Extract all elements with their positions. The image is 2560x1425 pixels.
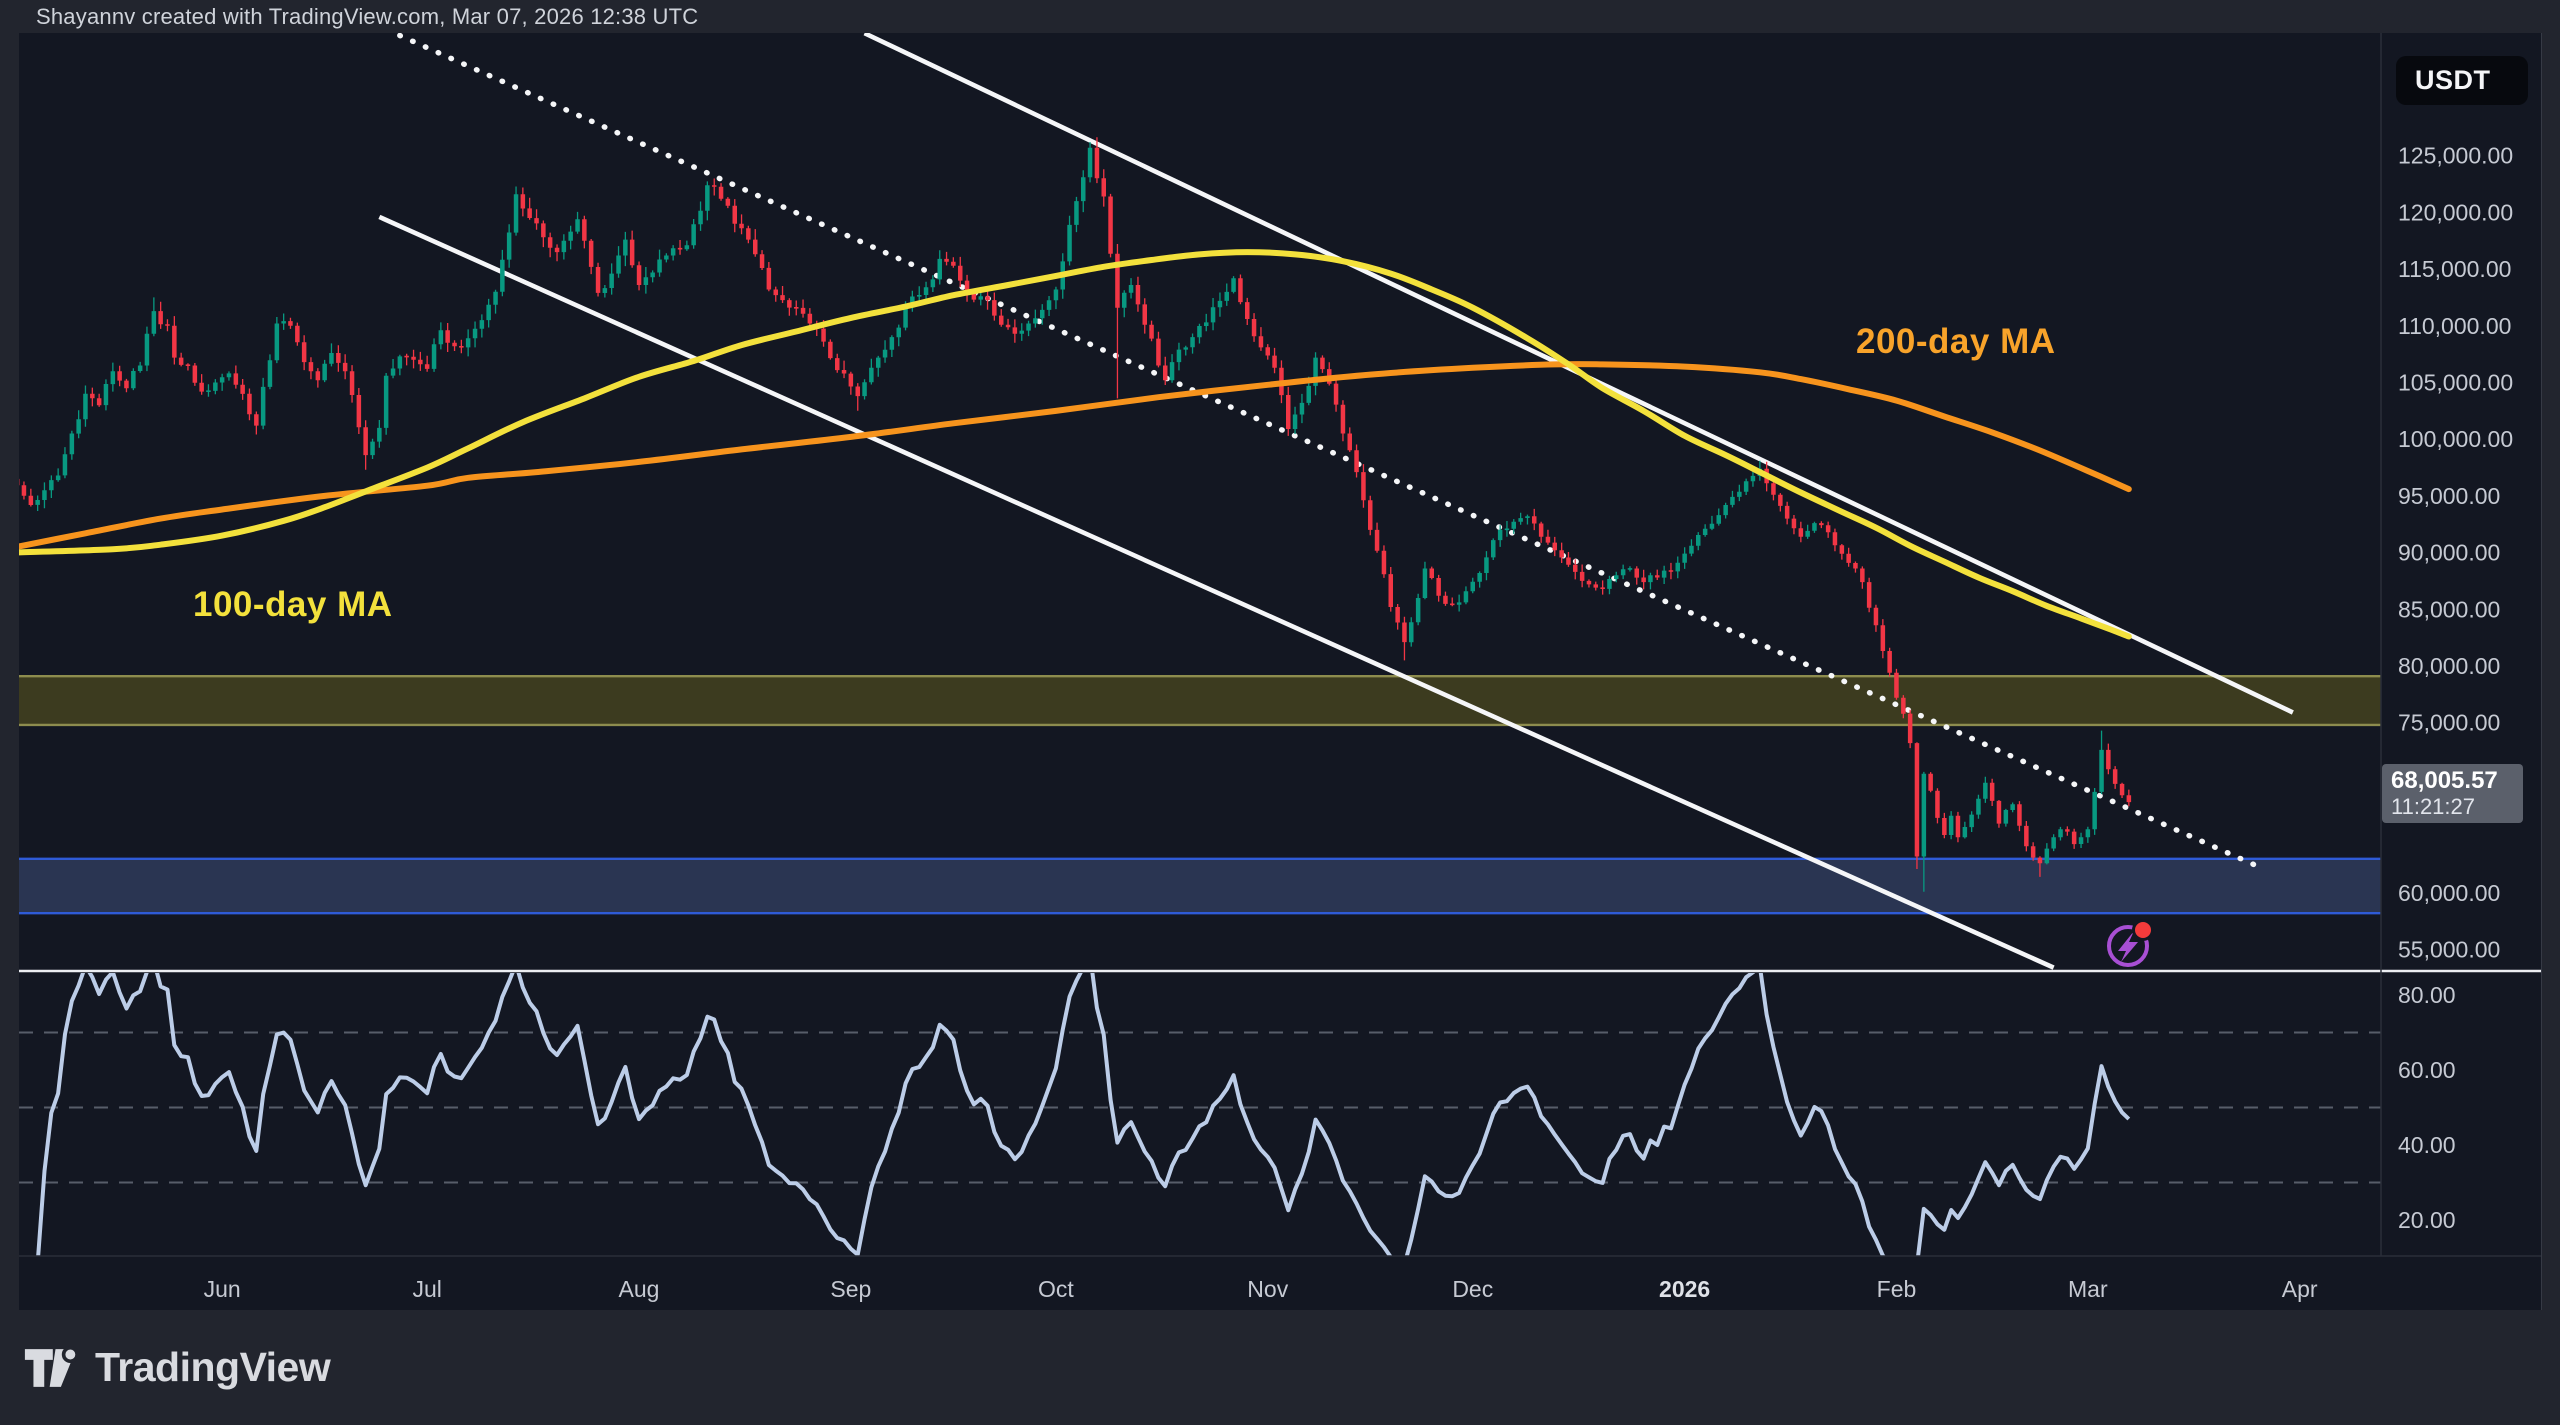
tradingview-logo-text: TradingView: [95, 1344, 330, 1391]
svg-text:75,000.00: 75,000.00: [2398, 710, 2500, 736]
svg-text:60,000.00: 60,000.00: [2398, 880, 2500, 906]
svg-text:120,000.00: 120,000.00: [2398, 199, 2513, 225]
svg-text:90,000.00: 90,000.00: [2398, 540, 2500, 566]
currency-badge: USDT: [2396, 56, 2528, 105]
svg-text:Apr: Apr: [2282, 1276, 2318, 1302]
bar-countdown: 11:21:27: [2391, 794, 2523, 819]
svg-text:95,000.00: 95,000.00: [2398, 483, 2500, 509]
svg-text:105,000.00: 105,000.00: [2398, 370, 2513, 396]
svg-text:Jun: Jun: [204, 1276, 241, 1302]
svg-text:20.00: 20.00: [2398, 1207, 2456, 1233]
svg-text:115,000.00: 115,000.00: [2398, 256, 2511, 282]
svg-text:Dec: Dec: [1452, 1276, 1493, 1302]
last-price-value: 68,005.57: [2391, 768, 2523, 794]
tradingview-logo-icon: [24, 1345, 78, 1391]
svg-text:2026: 2026: [1659, 1276, 1710, 1302]
svg-text:Mar: Mar: [2068, 1276, 2108, 1302]
svg-text:Sep: Sep: [830, 1276, 871, 1302]
svg-text:110,000.00: 110,000.00: [2398, 313, 2511, 339]
svg-text:Aug: Aug: [619, 1276, 660, 1302]
support-zone: [19, 859, 2381, 913]
tradingview-logo[interactable]: TradingView: [24, 1344, 330, 1391]
svg-text:125,000.00: 125,000.00: [2398, 143, 2513, 169]
svg-text:Oct: Oct: [1038, 1276, 1074, 1302]
svg-text:Jul: Jul: [412, 1276, 441, 1302]
svg-text:55,000.00: 55,000.00: [2398, 937, 2500, 963]
svg-text:Feb: Feb: [1877, 1276, 1917, 1302]
last-price-label: 68,005.57 11:21:27: [2382, 764, 2523, 823]
svg-text:60.00: 60.00: [2398, 1057, 2456, 1083]
svg-text:Nov: Nov: [1247, 1276, 1288, 1302]
svg-text:80.00: 80.00: [2398, 982, 2456, 1008]
chart-area[interactable]: 125,000.00 120,000.00 115,000.00 110,000.00…: [19, 33, 2542, 1310]
svg-text:80,000.00: 80,000.00: [2398, 653, 2500, 679]
price-chart-canvas[interactable]: 125,000.00 120,000.00 115,000.00 110,000.00…: [0, 0, 2560, 1425]
svg-text:100,000.00: 100,000.00: [2398, 426, 2513, 452]
svg-text:85,000.00: 85,000.00: [2398, 596, 2500, 622]
svg-text:40.00: 40.00: [2398, 1132, 2456, 1158]
ma200-text-label: 200-day MA: [1856, 322, 2056, 362]
ma100-text-label: 100-day MA: [193, 585, 393, 625]
resistance-zone: [19, 676, 2381, 725]
tradingview-snapshot: Shayannv created with TradingView.com, M…: [0, 0, 2560, 1425]
